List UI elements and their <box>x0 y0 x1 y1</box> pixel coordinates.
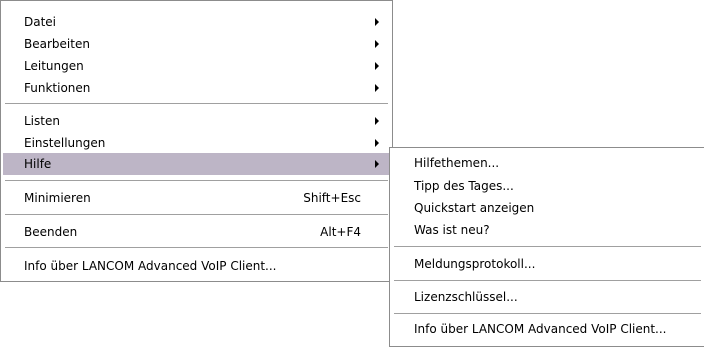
submenu-arrow-icon <box>375 117 379 125</box>
menu-separator <box>5 180 388 182</box>
menu-item-label: Info über LANCOM Advanced VoIP Client... <box>24 259 277 273</box>
submenu-arrow-icon <box>375 62 379 70</box>
menu-item-beenden[interactable]: Beenden Alt+F4 <box>3 221 390 243</box>
submenu-item-was-ist-neu[interactable]: Was ist neu? <box>392 219 703 241</box>
submenu-arrow-icon <box>375 139 379 147</box>
submenu-item-meldungsprotokoll[interactable]: Meldungsprotokoll... <box>392 253 703 275</box>
menu-item-label: Funktionen <box>24 81 91 95</box>
menu-item-funktionen[interactable]: Funktionen <box>3 77 390 99</box>
menu-item-label: Listen <box>24 114 60 128</box>
menu-item-einstellungen[interactable]: Einstellungen <box>3 132 390 154</box>
menu-separator <box>394 313 701 315</box>
submenu-item-quickstart[interactable]: Quickstart anzeigen <box>392 197 703 219</box>
menu-item-label: Einstellungen <box>24 136 106 150</box>
submenu-item-lizenzschluessel[interactable]: Lizenzschlüssel... <box>392 286 703 308</box>
submenu-arrow-icon <box>375 84 379 92</box>
menu-item-label: Quickstart anzeigen <box>414 201 535 215</box>
menu-item-bearbeiten[interactable]: Bearbeiten <box>3 33 390 55</box>
menu-item-minimieren[interactable]: Minimieren Shift+Esc <box>3 187 390 209</box>
submenu-arrow-icon <box>375 18 379 26</box>
menu-item-label: Hilfethemen... <box>414 156 500 170</box>
menu-separator <box>5 247 388 249</box>
menu-separator <box>5 214 388 216</box>
menu-item-label: Was ist neu? <box>414 223 490 237</box>
menu-item-hilfe[interactable]: Hilfe <box>3 153 390 175</box>
submenu-item-tipp-des-tages[interactable]: Tipp des Tages... <box>392 175 703 197</box>
menu-item-label: Beenden <box>24 225 78 239</box>
menu-separator <box>394 246 701 248</box>
submenu-item-hilfethemen[interactable]: Hilfethemen... <box>392 152 703 174</box>
menu-item-label: Lizenzschlüssel... <box>414 290 518 304</box>
menu-separator <box>394 280 701 282</box>
submenu-arrow-icon <box>375 40 379 48</box>
menu-separator <box>5 103 388 105</box>
menu-item-label: Hilfe <box>24 157 52 171</box>
menu-item-label: Tipp des Tages... <box>414 179 514 193</box>
menu-item-listen[interactable]: Listen <box>3 110 390 132</box>
submenu-item-info[interactable]: Info über LANCOM Advanced VoIP Client... <box>392 318 703 340</box>
help-submenu: Hilfethemen... Tipp des Tages... Quickst… <box>389 147 704 347</box>
menu-item-label: Minimieren <box>24 191 91 205</box>
menu-item-leitungen[interactable]: Leitungen <box>3 55 390 77</box>
menu-item-label: Meldungsprotokoll... <box>414 257 536 271</box>
menu-item-label: Leitungen <box>24 59 84 73</box>
menu-item-info[interactable]: Info über LANCOM Advanced VoIP Client... <box>3 255 390 277</box>
menu-item-datei[interactable]: Datei <box>3 11 390 33</box>
context-menu: Datei Bearbeiten Leitungen Funktionen Li… <box>0 0 393 282</box>
menu-item-label: Info über LANCOM Advanced VoIP Client... <box>414 322 667 336</box>
menu-item-shortcut: Alt+F4 <box>320 225 361 239</box>
menu-item-label: Bearbeiten <box>24 37 90 51</box>
menu-item-label: Datei <box>24 15 57 29</box>
submenu-arrow-icon <box>375 160 379 168</box>
menu-item-shortcut: Shift+Esc <box>303 191 361 205</box>
